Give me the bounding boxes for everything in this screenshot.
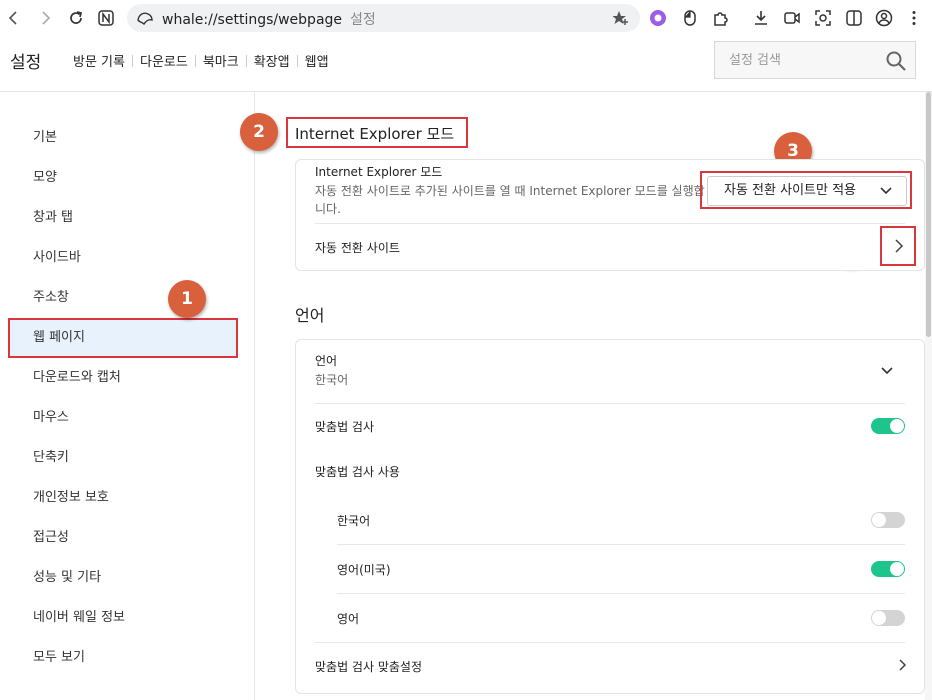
lang-divider: [337, 593, 905, 594]
forward-icon: [42, 11, 51, 25]
split-view-icon: [846, 10, 862, 26]
video-button[interactable]: [780, 6, 804, 30]
home-button[interactable]: [94, 6, 118, 30]
search-input[interactable]: [715, 42, 875, 78]
nav-bookmarks[interactable]: 북마크: [203, 51, 239, 70]
reload-button[interactable]: [64, 6, 88, 30]
purple-extension-icon: [650, 10, 666, 26]
search-icon[interactable]: [885, 50, 907, 72]
settings-search: [714, 41, 916, 79]
ie-mode-select[interactable]: 자동 전환 사이트만 적용: [707, 176, 907, 206]
sidebar-item-shortcuts[interactable]: 단축키: [8, 438, 238, 478]
video-icon: [784, 12, 800, 24]
spell-check-use-label: 맞춤법 검사 사용: [315, 465, 400, 479]
ie-section-title: Internet Explorer 모드: [295, 125, 455, 143]
downloads-button[interactable]: [749, 6, 773, 30]
sidebar-toggle-button[interactable]: [842, 6, 866, 30]
spell-lang-english-toggle[interactable]: [871, 610, 905, 626]
profile-icon: [875, 9, 893, 27]
auto-switch-sites-title[interactable]: 자동 전환 사이트: [315, 239, 400, 256]
settings-sidebar: 기본 모양 창과 탭 사이드바 주소창 웹 페이지 다운로드와 캡처 마우스 단…: [0, 92, 255, 700]
mouse-gesture-button[interactable]: [678, 6, 702, 30]
spell-lang-korean-toggle[interactable]: [871, 512, 905, 528]
top-nav: 방문 기록 다운로드 북마크 확장앱 웹앱: [73, 51, 329, 70]
sidebar-item-privacy[interactable]: 개인정보 보호: [8, 478, 238, 518]
back-button[interactable]: [2, 6, 26, 30]
spell-lang-english-us: 영어(미국): [337, 563, 391, 577]
chevron-down-icon[interactable]: [881, 366, 893, 376]
sidebar-item-performance[interactable]: 성능 및 기타: [8, 558, 238, 598]
profile-button[interactable]: [872, 6, 896, 30]
url: whale://settings/webpage: [162, 12, 343, 28]
sidebar-item-accessibility[interactable]: 접근성: [8, 518, 238, 558]
mouse-icon: [684, 10, 696, 26]
chevron-right-icon[interactable]: [899, 659, 907, 671]
menu-button[interactable]: [902, 6, 926, 30]
sidebar-item-windows-tabs[interactable]: 창과 탭: [8, 198, 238, 238]
toggle-knob: [872, 611, 886, 625]
ie-mode-desc-1: 자동 전환 사이트로 추가된 사이트를 열 때 Internet Explore…: [315, 184, 705, 198]
spell-custom-label[interactable]: 맞춤법 검사 맞춤설정: [315, 658, 422, 675]
naver-home-icon: [98, 10, 114, 26]
back-icon: [8, 11, 17, 25]
sidebar-item-sidebar[interactable]: 사이드바: [8, 238, 238, 278]
toggle-knob: [872, 513, 886, 527]
sidebar-item-basic[interactable]: 기본: [8, 118, 238, 158]
language-label: 언어: [315, 354, 338, 368]
spell-lang-korean: 한국어: [337, 514, 371, 528]
nav-history[interactable]: 방문 기록: [73, 51, 125, 70]
address-bar[interactable]: whale://settings/webpage 설정: [127, 4, 640, 32]
puzzle-icon: [714, 12, 728, 26]
language-value: 한국어: [315, 373, 349, 387]
lang-divider: [315, 642, 905, 643]
sidebar-item-show-all[interactable]: 모두 보기: [8, 638, 238, 678]
nav-separator: [194, 54, 196, 67]
ie-mode-select-value: 자동 전환 사이트만 적용: [724, 183, 856, 198]
chevron-down-icon: [880, 187, 892, 195]
spell-lang-english: 영어: [337, 612, 360, 626]
extension-purple-button[interactable]: [646, 6, 670, 30]
url-text: whale://settings/webpage 설정: [162, 9, 376, 29]
ie-mode-title: Internet Explorer 모드: [315, 165, 443, 179]
language-divider: [315, 403, 905, 404]
nav-extensions[interactable]: 확장앱: [254, 51, 290, 70]
sidebar-item-appearance[interactable]: 모양: [8, 158, 238, 198]
more-vertical-icon: [912, 11, 916, 25]
ie-divider: [315, 223, 905, 224]
capture-button[interactable]: [811, 6, 835, 30]
nav-separator: [131, 54, 133, 67]
settings-header: 설정 방문 기록 다운로드 북마크 확장앱 웹앱: [0, 36, 932, 92]
language-card: [295, 339, 925, 694]
spell-check-label: 맞춤법 검사: [315, 420, 375, 434]
spell-check-toggle[interactable]: [871, 418, 905, 434]
chevron-right-icon[interactable]: [894, 239, 904, 253]
page-title: 설정: [10, 53, 42, 73]
nav-separator: [296, 54, 298, 67]
annotation-badge-1: 1: [168, 280, 206, 318]
nav-separator: [245, 54, 247, 67]
nav-downloads[interactable]: 다운로드: [140, 51, 188, 70]
sidebar-item-webpage[interactable]: 웹 페이지: [8, 318, 238, 358]
toggle-knob: [890, 562, 904, 576]
lang-divider: [337, 544, 905, 545]
whale-icon: [137, 12, 153, 26]
ie-mode-desc-2: 니다.: [315, 202, 341, 216]
url-suffix: 설정: [350, 12, 376, 28]
extensions-button[interactable]: [709, 6, 733, 30]
toggle-knob: [890, 419, 904, 433]
language-section-title: 언어: [295, 306, 325, 325]
annotation-badge-2: 2: [240, 113, 278, 151]
scrollbar-thumb[interactable]: [926, 92, 931, 337]
spell-lang-english-us-toggle[interactable]: [871, 561, 905, 577]
browser-toolbar: whale://settings/webpage 설정: [0, 0, 932, 36]
bookmark-star-icon[interactable]: [612, 10, 630, 26]
sidebar-item-download-capture[interactable]: 다운로드와 캡처: [8, 358, 238, 398]
sidebar-item-about[interactable]: 네이버 웨일 정보: [8, 598, 238, 638]
nav-webapps[interactable]: 웹앱: [305, 51, 329, 70]
forward-button[interactable]: [33, 6, 57, 30]
capture-icon: [815, 10, 831, 26]
sidebar-item-mouse[interactable]: 마우스: [8, 398, 238, 438]
reload-icon: [70, 11, 83, 24]
download-icon: [755, 11, 767, 25]
